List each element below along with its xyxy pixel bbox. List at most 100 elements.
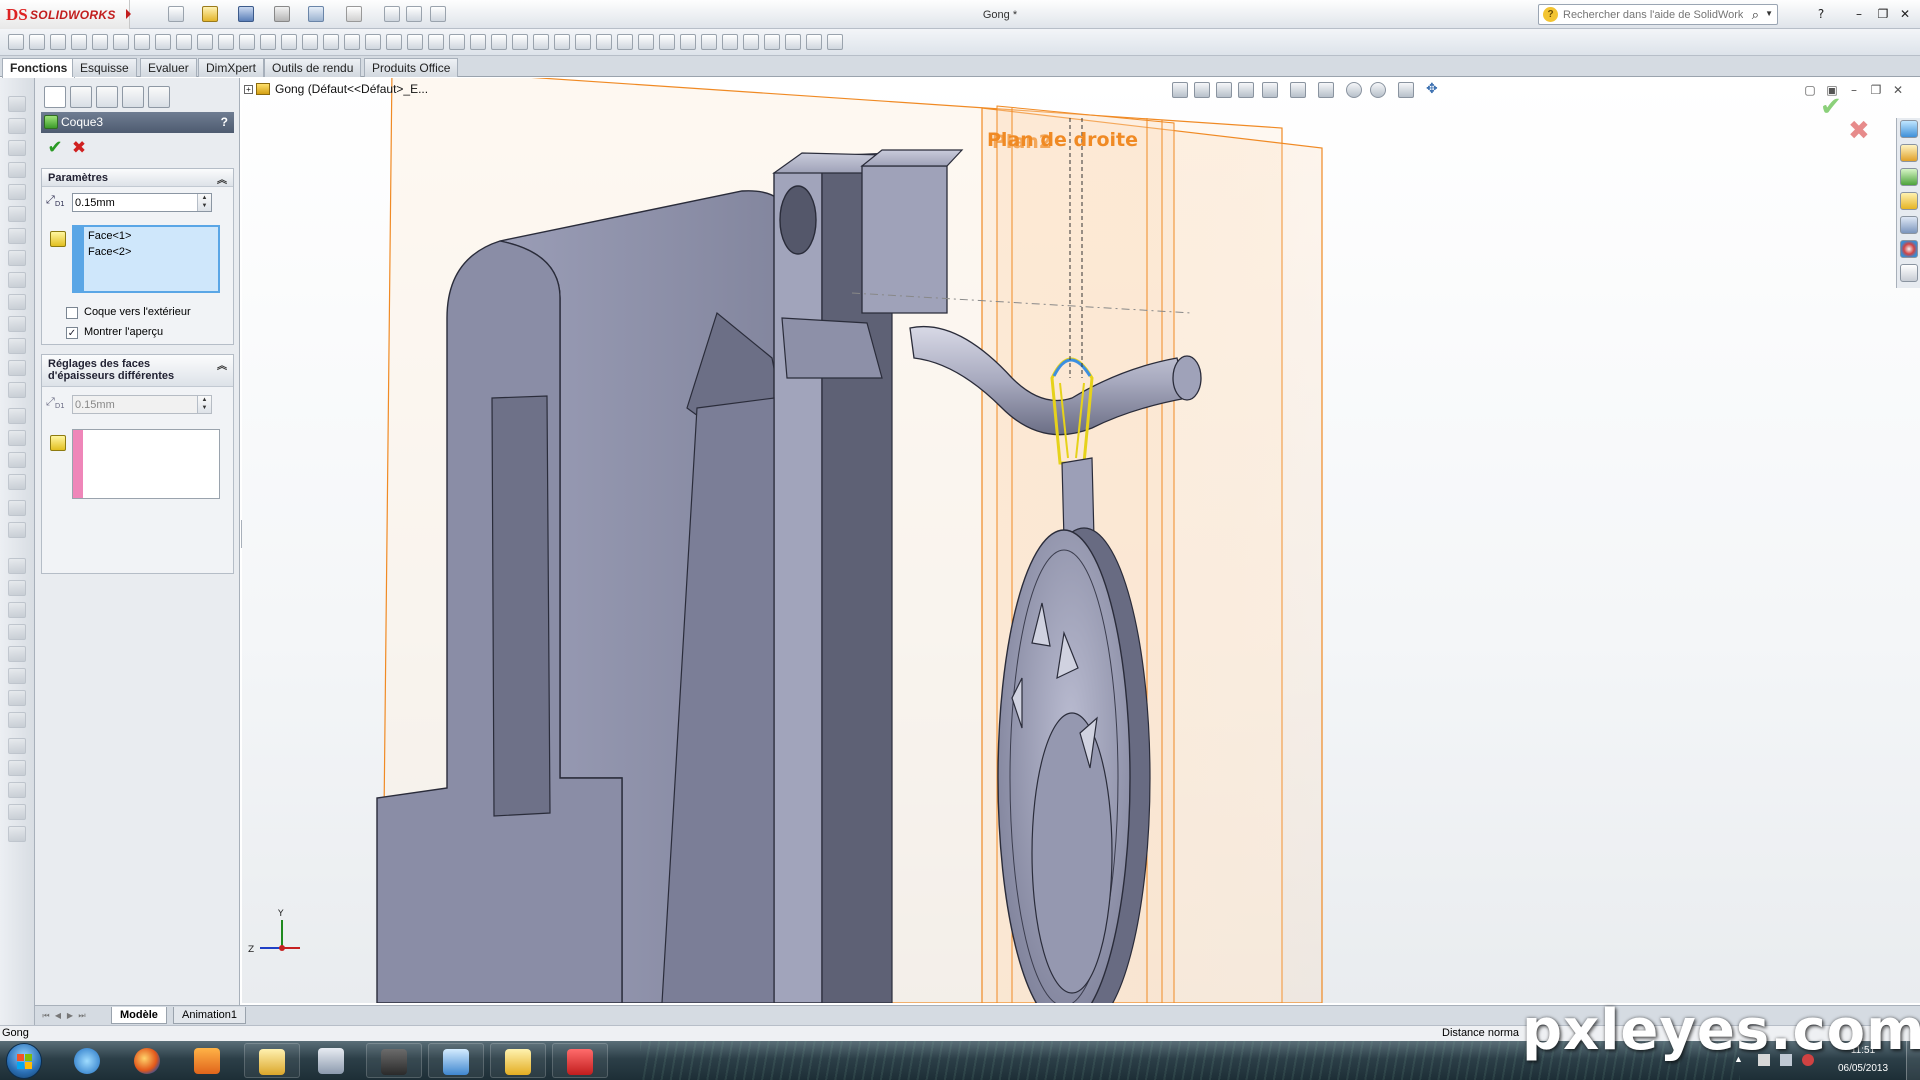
toolbar-tool-icon[interactable]	[239, 34, 255, 50]
property-manager-tab[interactable]	[70, 86, 92, 108]
feature-tool-icon[interactable]	[8, 712, 26, 728]
feature-tool-icon[interactable]	[8, 474, 26, 490]
toolbar-tool-icon[interactable]	[638, 34, 654, 50]
gong-center-boss[interactable]	[1031, 712, 1113, 994]
toolbar-tool-icon[interactable]	[554, 34, 570, 50]
home-icon[interactable]	[1900, 144, 1918, 162]
collapse-icon[interactable]: ︽	[217, 171, 227, 186]
toolbar-tool-icon[interactable]	[533, 34, 549, 50]
toolbar-tool-icon[interactable]	[617, 34, 633, 50]
tab-evaluer[interactable]: Evaluer	[140, 58, 197, 77]
view-palette-icon[interactable]	[1900, 216, 1918, 234]
edit-appearance-icon[interactable]	[1346, 82, 1362, 98]
graphics-area[interactable]: Plan de droite Plan2 Y Z + Gong (Défaut<<…	[242, 78, 1920, 1003]
tab-produits-office[interactable]: Produits Office	[364, 58, 459, 77]
feature-tool-icon[interactable]	[8, 316, 26, 332]
cancel-button[interactable]: ✖	[69, 138, 89, 158]
help-menu-button[interactable]: ?	[1812, 6, 1830, 22]
select-arrow-icon[interactable]	[346, 6, 362, 22]
taskbar-explorer[interactable]	[244, 1043, 300, 1078]
feature-tool-icon[interactable]	[8, 250, 26, 266]
toolbar-tool-icon[interactable]	[50, 34, 66, 50]
toolbar-tool-icon[interactable]	[827, 34, 843, 50]
help-search-box[interactable]: ? ⌕ ▼	[1538, 4, 1778, 25]
thickness-input[interactable]	[75, 195, 195, 210]
toolbar-tool-icon[interactable]	[491, 34, 507, 50]
feature-tool-icon[interactable]	[8, 522, 26, 538]
feature-tool-icon[interactable]	[8, 738, 26, 754]
confirmation-cancel-icon[interactable]: ✖	[1848, 116, 1870, 146]
toolbar-tool-icon[interactable]	[407, 34, 423, 50]
apply-scene-icon[interactable]	[1370, 82, 1386, 98]
toolbar-tool-icon[interactable]	[113, 34, 129, 50]
toolbar-tool-icon[interactable]	[743, 34, 759, 50]
vertical-post[interactable]	[773, 155, 823, 1003]
toolbar-tool-icon[interactable]	[764, 34, 780, 50]
toolbar-tool-icon[interactable]	[176, 34, 192, 50]
faces-to-remove-list[interactable]: Face<1> Face<2>	[72, 225, 220, 293]
previous-view-icon[interactable]	[1216, 82, 1232, 98]
thickness-stepper[interactable]: ▲ ▼	[197, 194, 211, 211]
feature-tool-icon[interactable]	[8, 668, 26, 684]
toolbar-tool-icon[interactable]	[449, 34, 465, 50]
toolbar-tool-icon[interactable]	[575, 34, 591, 50]
zoom-to-area-icon[interactable]	[1194, 82, 1210, 98]
configuration-manager-tab[interactable]	[96, 86, 118, 108]
feature-tool-icon[interactable]	[8, 272, 26, 288]
feature-tool-icon[interactable]	[8, 338, 26, 354]
toolbar-tool-icon[interactable]	[596, 34, 612, 50]
feature-tool-icon[interactable]	[8, 140, 26, 156]
taskbar-app-yellow[interactable]	[490, 1043, 546, 1078]
toolbar-tool-icon[interactable]	[806, 34, 822, 50]
last-tab-icon[interactable]: ⏭	[77, 1010, 87, 1022]
feature-tool-icon[interactable]	[8, 118, 26, 134]
taskbar-app-dark[interactable]	[366, 1043, 422, 1078]
close-button[interactable]: ✕	[1896, 6, 1914, 22]
taskbar-solidworks[interactable]	[552, 1043, 608, 1078]
toolbar-tool-icon[interactable]	[134, 34, 150, 50]
rebuild-icon[interactable]	[384, 6, 400, 22]
toolbar-tool-icon[interactable]	[71, 34, 87, 50]
menu-flyout-arrow-icon[interactable]	[126, 9, 131, 19]
viewport-restore-icon[interactable]: ❐	[1868, 82, 1884, 98]
taskbar-app-blue[interactable]	[428, 1043, 484, 1078]
feature-tool-icon[interactable]	[8, 580, 26, 596]
solidworks-logo[interactable]: DS SOLIDWORKS	[0, 0, 130, 29]
feature-tool-icon[interactable]	[8, 184, 26, 200]
split-view-icon[interactable]: ▢	[1802, 82, 1818, 98]
view-settings-icon[interactable]	[1398, 82, 1414, 98]
taskbar-media-player[interactable]	[180, 1043, 236, 1078]
display-style-icon[interactable]	[1290, 82, 1306, 98]
parameters-group-title[interactable]: Paramètres ︽	[42, 169, 233, 187]
stand-slot[interactable]	[491, 395, 551, 817]
toolbar-tool-icon[interactable]	[701, 34, 717, 50]
design-library-icon[interactable]	[1900, 168, 1918, 186]
feature-tool-icon[interactable]	[8, 408, 26, 424]
feature-tool-icon[interactable]	[8, 162, 26, 178]
toolbar-tool-icon[interactable]	[218, 34, 234, 50]
feature-tool-icon[interactable]	[8, 602, 26, 618]
file-properties-icon[interactable]	[406, 6, 422, 22]
part-name[interactable]: Gong (Défaut<<Défaut>_E...	[275, 82, 428, 96]
feature-tool-icon[interactable]	[8, 452, 26, 468]
clock-date[interactable]: 06/05/2013	[1828, 1063, 1898, 1074]
toolbar-tool-icon[interactable]	[197, 34, 213, 50]
chevron-down-icon[interactable]: ▼	[1765, 9, 1773, 18]
restore-button[interactable]: ❐	[1874, 6, 1892, 22]
feature-tool-icon[interactable]	[8, 804, 26, 820]
toolbar-tool-icon[interactable]	[323, 34, 339, 50]
viewport-close-icon[interactable]: ✕	[1890, 82, 1906, 98]
file-explorer-icon[interactable]	[1900, 192, 1918, 210]
display-manager-tab[interactable]	[148, 86, 170, 108]
help-search-input[interactable]	[1563, 7, 1743, 22]
feature-tool-icon[interactable]	[8, 646, 26, 662]
feature-tool-icon[interactable]	[8, 360, 26, 376]
undo-icon[interactable]	[308, 6, 324, 22]
feature-tool-icon[interactable]	[8, 96, 26, 112]
feature-tool-icon[interactable]	[8, 382, 26, 398]
feature-tool-icon[interactable]	[8, 826, 26, 842]
custom-properties-icon[interactable]	[1900, 264, 1918, 282]
feature-tool-icon[interactable]	[8, 782, 26, 798]
taskbar-firefox[interactable]	[120, 1043, 176, 1078]
feature-tool-icon[interactable]	[8, 500, 26, 516]
